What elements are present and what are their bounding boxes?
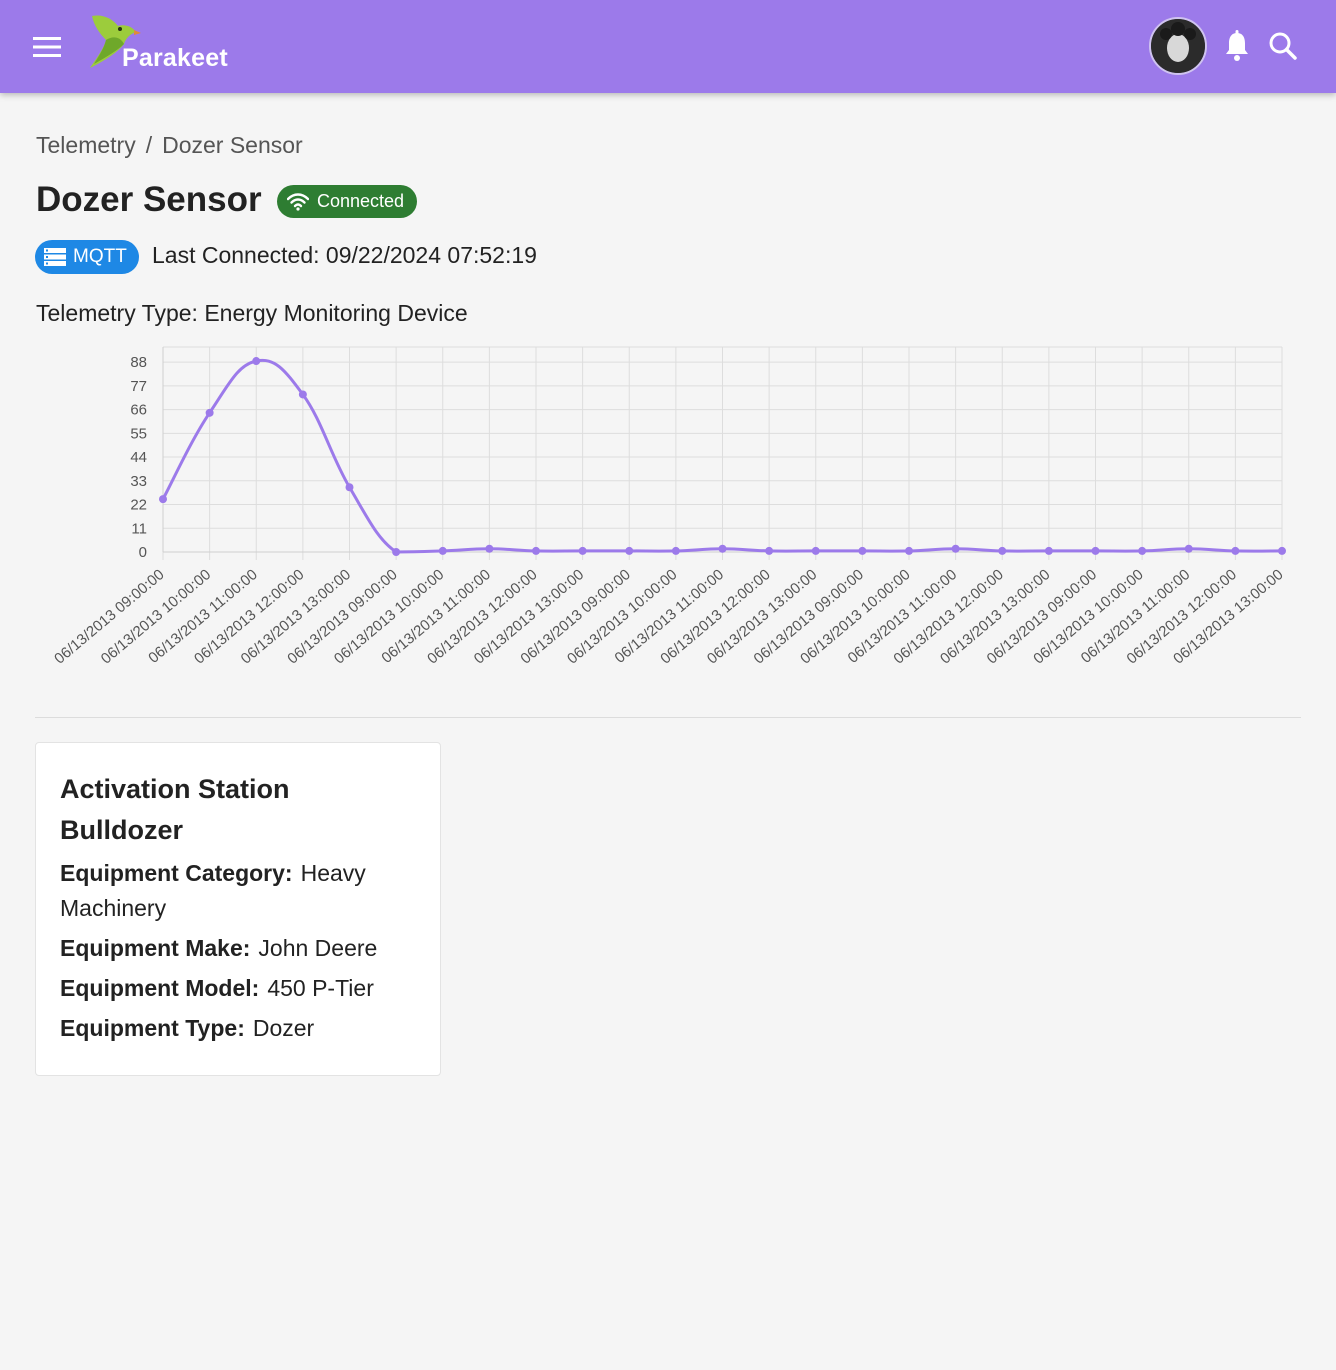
equipment-model-label: Equipment Model: bbox=[60, 975, 260, 1001]
equipment-title: Activation Station Bulldozer bbox=[60, 774, 290, 845]
server-icon bbox=[44, 248, 66, 266]
y-tick-label: 0 bbox=[139, 544, 147, 561]
data-point bbox=[298, 390, 307, 399]
equipment-category-label: Equipment Category: bbox=[60, 860, 293, 886]
search-button[interactable] bbox=[1268, 30, 1300, 64]
data-point bbox=[345, 483, 354, 492]
data-point bbox=[765, 546, 774, 555]
menu-button[interactable] bbox=[30, 30, 64, 64]
app-name: Parakeet bbox=[122, 44, 228, 72]
last-connected: Last Connected: 09/22/2024 07:52:19 bbox=[152, 242, 537, 269]
y-tick-label: 22 bbox=[130, 497, 147, 514]
data-point bbox=[951, 544, 960, 553]
user-portrait-icon bbox=[1151, 19, 1205, 73]
equipment-model-value: 450 P-Tier bbox=[267, 975, 374, 1001]
status-text: Connected bbox=[317, 191, 405, 211]
data-point bbox=[205, 408, 214, 417]
data-point bbox=[998, 546, 1007, 555]
telemetry-type-label: Telemetry Type: bbox=[36, 300, 198, 326]
data-point bbox=[905, 546, 913, 555]
data-point bbox=[718, 544, 727, 553]
data-point bbox=[1231, 546, 1240, 555]
data-point bbox=[671, 546, 680, 555]
protocol-badge: MQTT bbox=[35, 240, 139, 274]
status-badge: Connected bbox=[277, 185, 418, 218]
telemetry-type: Telemetry Type: Energy Monitoring Device bbox=[36, 300, 468, 327]
equipment-type-label: Equipment Type: bbox=[60, 1015, 245, 1041]
breadcrumb-telemetry-link[interactable]: Telemetry bbox=[36, 132, 136, 158]
equipment-make-row: Equipment Make: John Deere bbox=[60, 931, 416, 966]
data-point bbox=[1091, 546, 1100, 555]
equipment-make-value: John Deere bbox=[258, 935, 378, 961]
equipment-model-row: Equipment Model: 450 P-Tier bbox=[60, 971, 416, 1006]
y-tick-label: 66 bbox=[130, 402, 147, 419]
data-point bbox=[252, 357, 261, 366]
data-point bbox=[1138, 546, 1147, 555]
y-tick-label: 33 bbox=[130, 473, 147, 490]
data-point bbox=[1278, 546, 1286, 555]
data-point bbox=[392, 548, 401, 556]
data-point bbox=[858, 546, 867, 555]
breadcrumb-separator: / bbox=[145, 132, 153, 158]
data-point bbox=[1044, 546, 1053, 555]
avatar[interactable] bbox=[1149, 17, 1207, 75]
equipment-type-value: Dozer bbox=[252, 1015, 315, 1041]
telemetry-line-chart: 0112233445566778806/13/2013 09:00:0006/1… bbox=[51, 346, 1287, 668]
telemetry-type-value: Energy Monitoring Device bbox=[204, 300, 468, 326]
search-icon bbox=[1269, 32, 1297, 60]
last-connected-label: Last Connected: bbox=[152, 242, 320, 268]
equipment-card: Activation Station Bulldozer Equipment C… bbox=[35, 742, 441, 1076]
protocol-text: MQTT bbox=[73, 246, 127, 267]
divider bbox=[35, 717, 1301, 718]
y-tick-label: 55 bbox=[130, 425, 147, 442]
breadcrumb: Telemetry / Dozer Sensor bbox=[36, 132, 303, 159]
y-tick-label: 77 bbox=[130, 378, 147, 395]
equipment-make-label: Equipment Make: bbox=[60, 935, 251, 961]
data-point bbox=[625, 546, 634, 555]
y-tick-label: 88 bbox=[130, 354, 147, 371]
bell-icon bbox=[1226, 30, 1248, 61]
app-bar: Parakeet bbox=[0, 0, 1336, 93]
last-connected-value: 09/22/2024 07:52:19 bbox=[325, 242, 537, 268]
data-point bbox=[1184, 544, 1193, 553]
data-point bbox=[532, 546, 540, 555]
data-point bbox=[159, 495, 167, 504]
data-point bbox=[578, 546, 587, 555]
y-tick-label: 44 bbox=[130, 449, 147, 466]
menu-icon bbox=[33, 37, 61, 57]
data-point bbox=[485, 544, 494, 553]
equipment-type-row: Equipment Type: Dozer bbox=[60, 1011, 416, 1046]
data-point bbox=[438, 546, 447, 555]
equipment-category-row: Equipment Category: Heavy Machinery bbox=[60, 856, 416, 926]
breadcrumb-current: Dozer Sensor bbox=[162, 132, 303, 158]
y-tick-label: 11 bbox=[131, 520, 147, 537]
page-title: Dozer Sensor bbox=[36, 180, 262, 219]
wifi-icon bbox=[287, 192, 309, 211]
notifications-button[interactable] bbox=[1222, 30, 1254, 64]
data-point bbox=[811, 546, 820, 555]
